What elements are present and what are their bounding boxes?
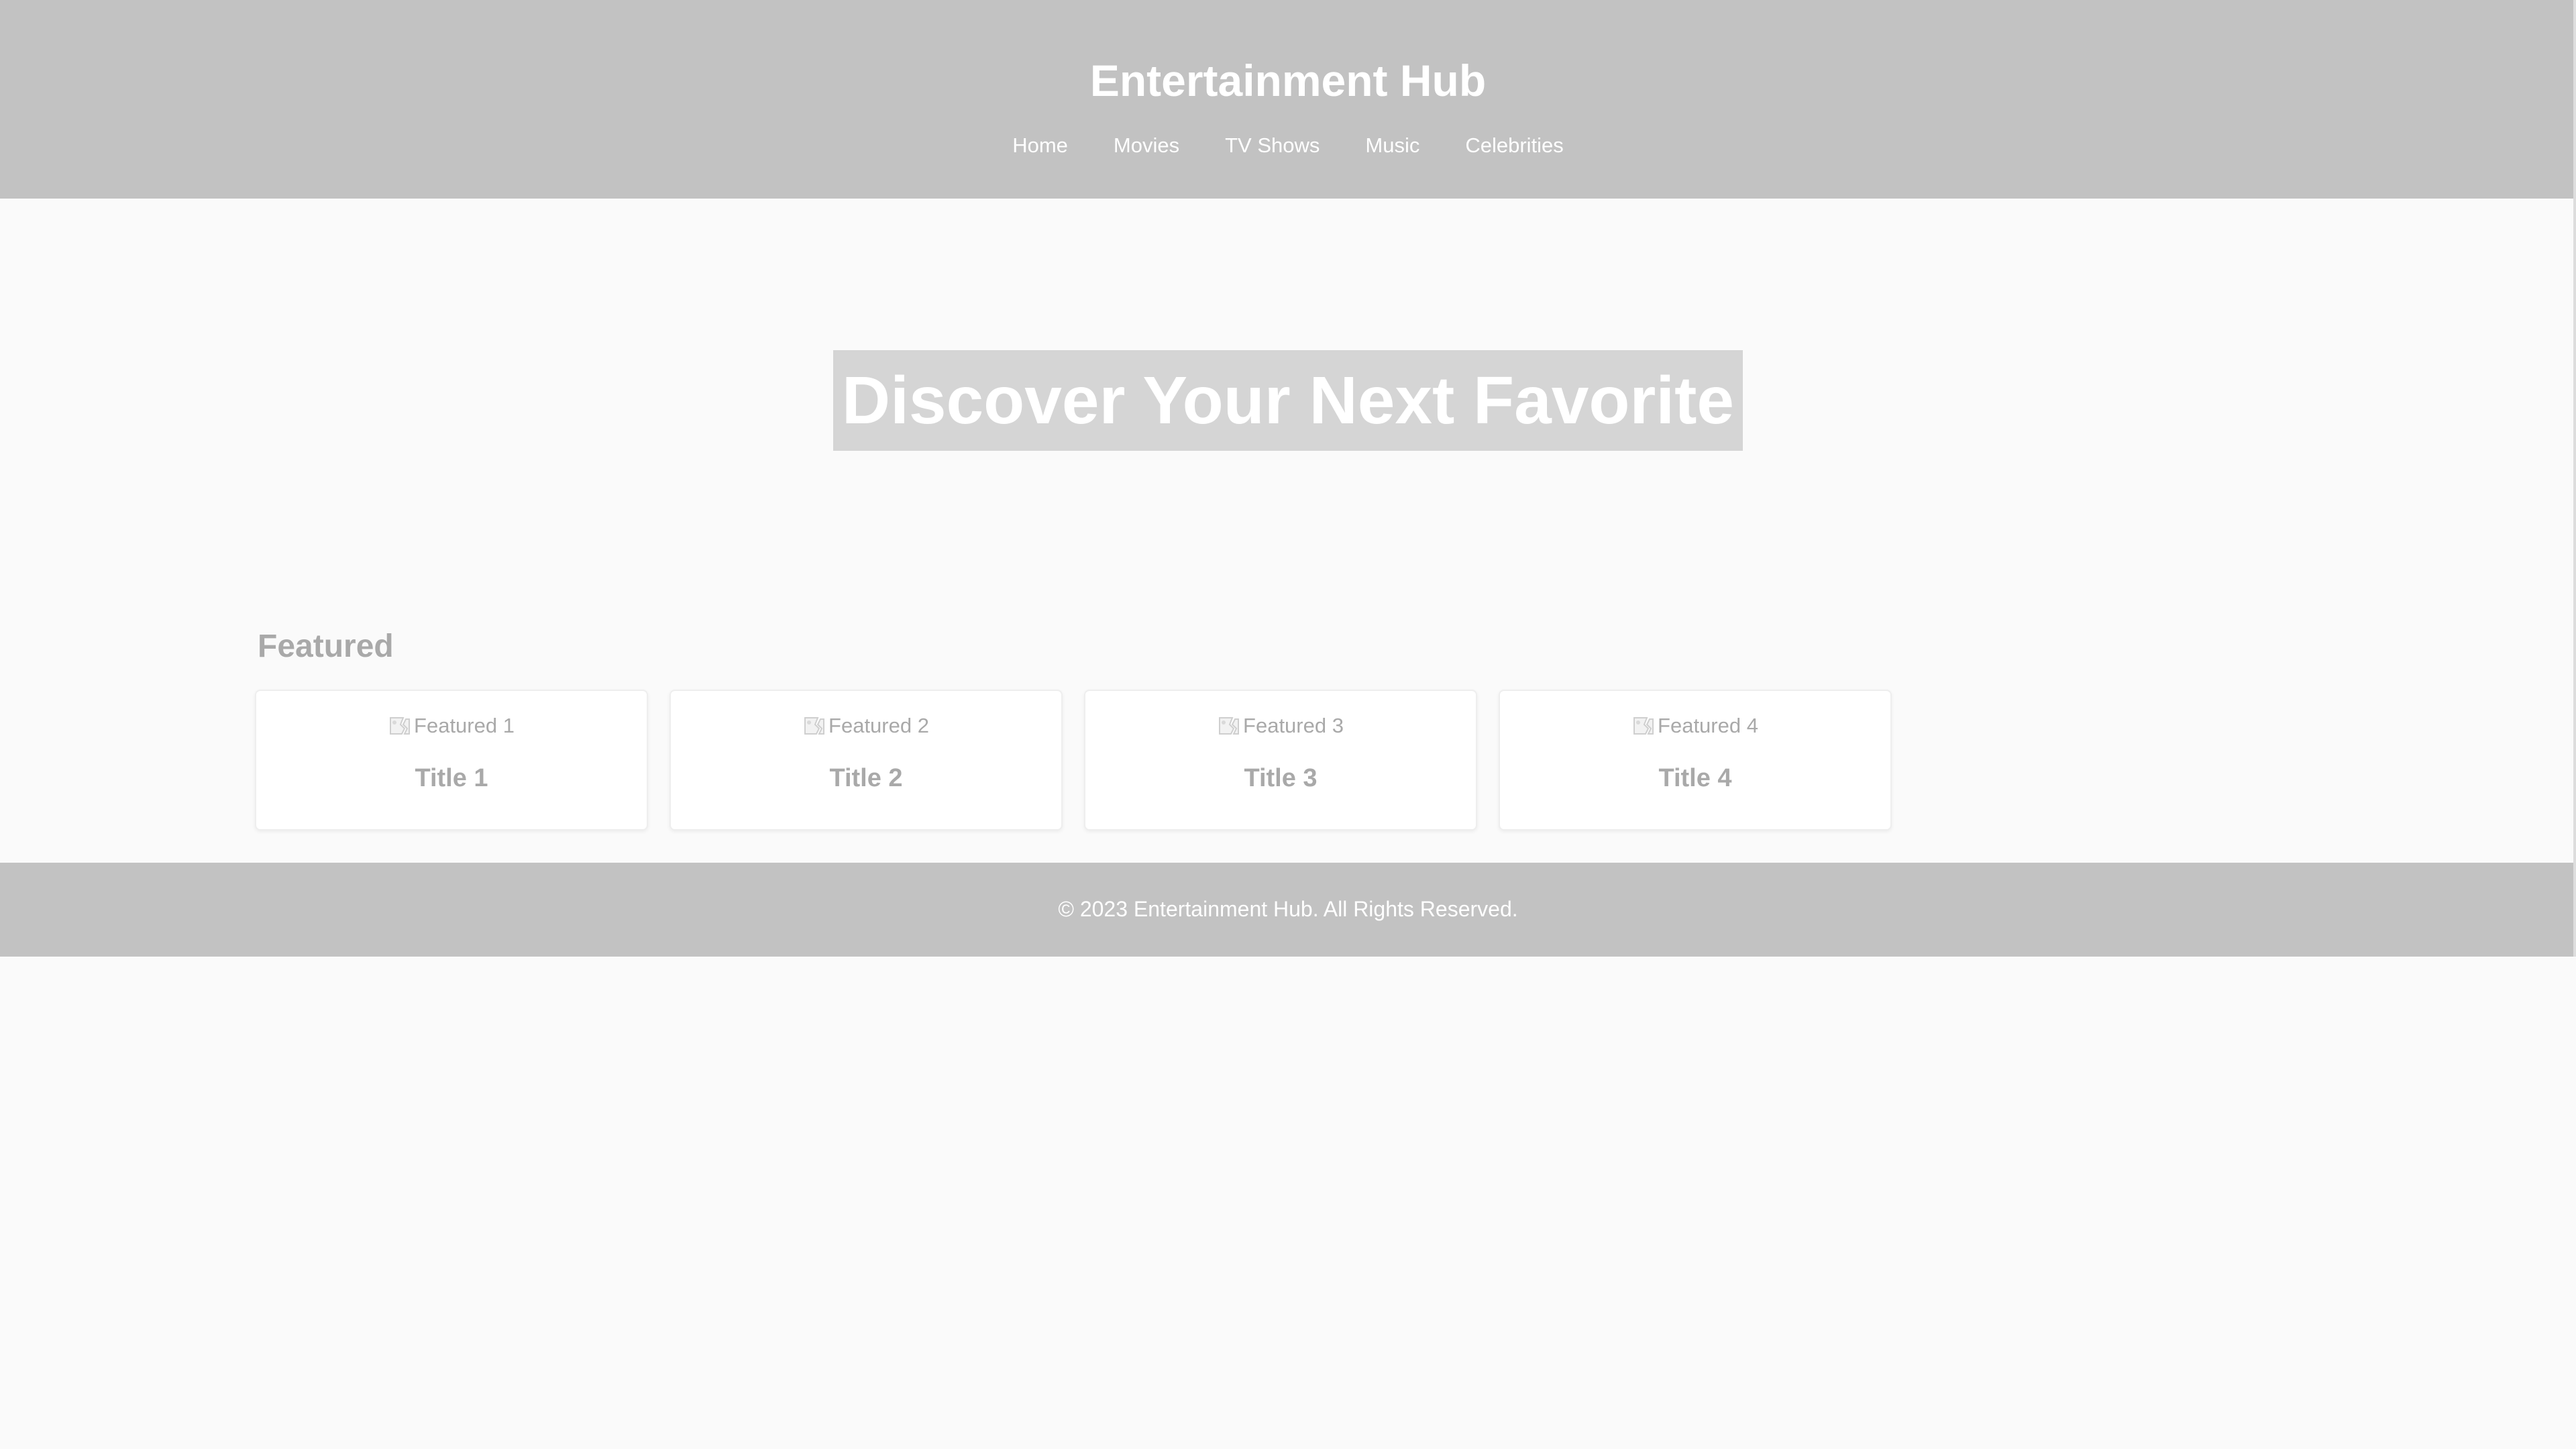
nav-link-tv-shows[interactable]: TV Shows (1225, 131, 1320, 160)
broken-image-icon (388, 715, 411, 737)
hero-heading: Discover Your Next Favorite (833, 350, 1743, 451)
nav-link-movies[interactable]: Movies (1114, 131, 1179, 160)
scrollbar[interactable] (2573, 0, 2576, 957)
footer-copyright: © 2023 Entertainment Hub. All Rights Res… (1058, 897, 1518, 921)
featured-card[interactable]: Featured 1 Title 1 (255, 690, 648, 830)
hero-section: Discover Your Next Favorite (0, 199, 2576, 588)
card-image[interactable]: Featured 3 (1085, 712, 1476, 739)
card-image-alt-text: Featured 3 (1243, 714, 1344, 737)
card-title: Title 1 (415, 764, 488, 792)
card-image-alt-text: Featured 1 (414, 714, 515, 737)
site-title: Entertainment Hub (1089, 56, 1487, 105)
broken-image-icon (1632, 715, 1655, 737)
site-footer: © 2023 Entertainment Hub. All Rights Res… (0, 863, 2576, 957)
featured-card[interactable]: Featured 3 Title 3 (1084, 690, 1477, 830)
nav-link-celebrities[interactable]: Celebrities (1465, 131, 1563, 160)
card-title: Title 3 (1244, 764, 1318, 792)
broken-image-icon (803, 715, 826, 737)
card-title: Title 4 (1658, 764, 1732, 792)
card-image-alt-text: Featured 2 (828, 714, 929, 737)
featured-card[interactable]: Featured 2 Title 2 (669, 690, 1063, 830)
nav-link-home[interactable]: Home (1012, 131, 1068, 160)
card-image-alt-text: Featured 4 (1658, 714, 1758, 737)
site-header: Entertainment Hub Home Movies TV Shows M… (0, 0, 2576, 199)
main-nav: Home Movies TV Shows Music Celebrities (0, 131, 2576, 160)
nav-link-music[interactable]: Music (1365, 131, 1419, 160)
broken-image-icon (1218, 715, 1240, 737)
featured-card-grid: Featured 1 Title 1 Featured 2 Title 2 Fe… (255, 690, 1892, 830)
featured-title: Featured (258, 629, 394, 664)
card-title: Title 2 (829, 764, 903, 792)
card-image[interactable]: Featured 1 (256, 712, 647, 739)
card-image[interactable]: Featured 4 (1500, 712, 1890, 739)
card-image[interactable]: Featured 2 (671, 712, 1061, 739)
featured-card[interactable]: Featured 4 Title 4 (1499, 690, 1892, 830)
